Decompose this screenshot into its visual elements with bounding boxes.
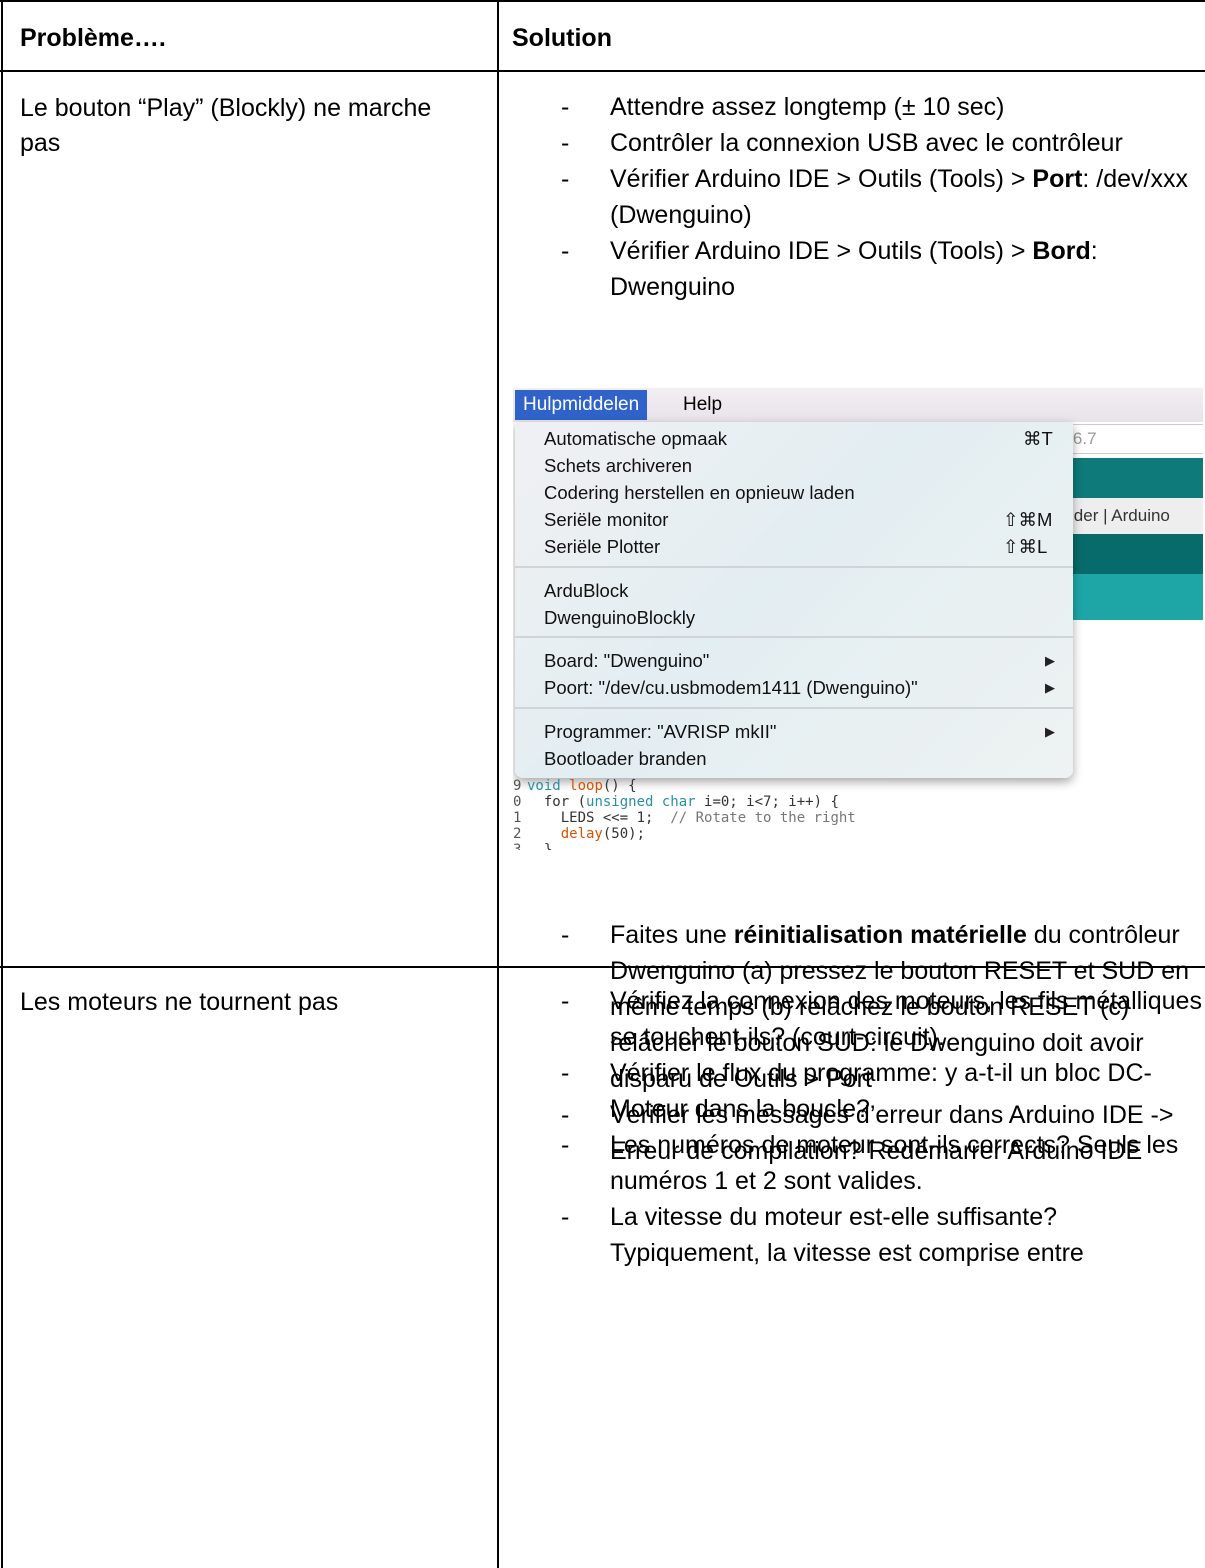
submenu-arrow-icon: ▶ [1045, 653, 1055, 668]
table-top-border [0, 0, 1205, 2]
row1-problem: Le bouton “Play” (Blockly) ne marche pas [20, 94, 432, 157]
menu-item-dwenguinoblockly: DwenguinoBlockly [544, 607, 696, 628]
code-line: 1 LEDS <<= 1; // Rotate to the right [513, 810, 856, 826]
menu-item-auto-format: Automatische opmaak [544, 428, 728, 449]
code-line: 3 } [513, 842, 553, 850]
header-problem: Problème…. [20, 24, 166, 52]
submenu-arrow-icon: ▶ [1045, 680, 1055, 695]
table-left-border [1, 0, 3, 1568]
menu-separator [515, 707, 1073, 709]
menu-item-serial-monitor: Seriële monitor [544, 509, 669, 530]
table-column-divider [497, 0, 499, 1568]
menu-separator [515, 636, 1073, 638]
background-window: 1.6.7 Rider | Arduino [1053, 418, 1203, 658]
row2-solutions: - Vérifiez la connexion des moteurs, les … [512, 983, 1202, 1271]
version-field: 1.6.7 [1053, 424, 1203, 454]
header-solution: Solution [512, 24, 612, 52]
menu-item-board: Board: "Dwenguino" [544, 650, 710, 671]
menu-item-fix-encoding: Codering herstellen en opnieuw laden [544, 482, 855, 503]
editor-band [1053, 574, 1203, 620]
list-item: - Contrôler la connexion USB avec le cont… [561, 129, 1123, 157]
editor-header [1053, 534, 1203, 574]
row2-problem: Les moteurs ne tournent pas [20, 988, 339, 1016]
shortcut-label: ⇧⌘L [1003, 536, 1048, 557]
list-item: - La vitesse du moteur est-elle suffisant… [561, 1203, 1084, 1267]
list-item: - Vérifier Arduino IDE > Outils (Tools) >… [561, 237, 1098, 301]
menu-help: Help [683, 394, 723, 415]
arduino-menu-screenshot: Hulpmiddelen Help 1.6.7 Rider | Arduino … [513, 388, 1203, 858]
menu-item-ardublock: ArduBlock [544, 580, 629, 601]
list-item: - Vérifier Arduino IDE > Outils (Tools) >… [561, 165, 1188, 229]
menu-item-burn-bootloader: Bootloader branden [544, 748, 707, 769]
code-line: 0 for (unsigned char i=0; i<7; i++) { [513, 794, 839, 810]
shortcut-label: ⌘T [1023, 428, 1053, 449]
menu-item-serial-plotter: Seriële Plotter [544, 536, 661, 557]
table-header-divider [0, 70, 1205, 72]
toolbar-teal [1053, 458, 1203, 498]
editor-tab: Rider | Arduino [1053, 498, 1203, 535]
list-item: - Vérifiez la connexion des moteurs, les … [561, 987, 1202, 1051]
code-line: 2 delay(50); [513, 826, 646, 842]
mac-menu-bar: Hulpmiddelen Help [513, 388, 1203, 422]
tools-dropdown-menu: Automatische opmaak ⌘T Schets archiveren… [515, 422, 1073, 778]
shortcut-label: ⇧⌘M [1003, 509, 1053, 530]
list-item: - Vérifier le flux du programme: y a-t-il… [561, 1059, 1152, 1123]
list-item: - Les numéros de moteur sont-ils corrects… [561, 1131, 1179, 1195]
menu-separator [515, 566, 1073, 568]
menu-item-port: Poort: "/dev/cu.usbmodem1411 (Dwenguino)… [544, 677, 918, 698]
menu-hulpmiddelen: Hulpmiddelen [515, 390, 648, 420]
submenu-arrow-icon: ▶ [1045, 724, 1055, 739]
list-item: - Attendre assez longtemp (± 10 sec) [561, 93, 1005, 121]
code-line: 9 void loop() { [513, 778, 637, 794]
menu-item-programmer: Programmer: "AVRISP mkII" [544, 721, 777, 742]
menu-item-archive-sketch: Schets archiveren [544, 455, 693, 476]
row1-solutions-top: - Attendre assez longtemp (± 10 sec) - Con… [512, 89, 1202, 305]
code-editor: 9 void loop() { 0 for (unsigned char i=0;… [513, 778, 1203, 850]
